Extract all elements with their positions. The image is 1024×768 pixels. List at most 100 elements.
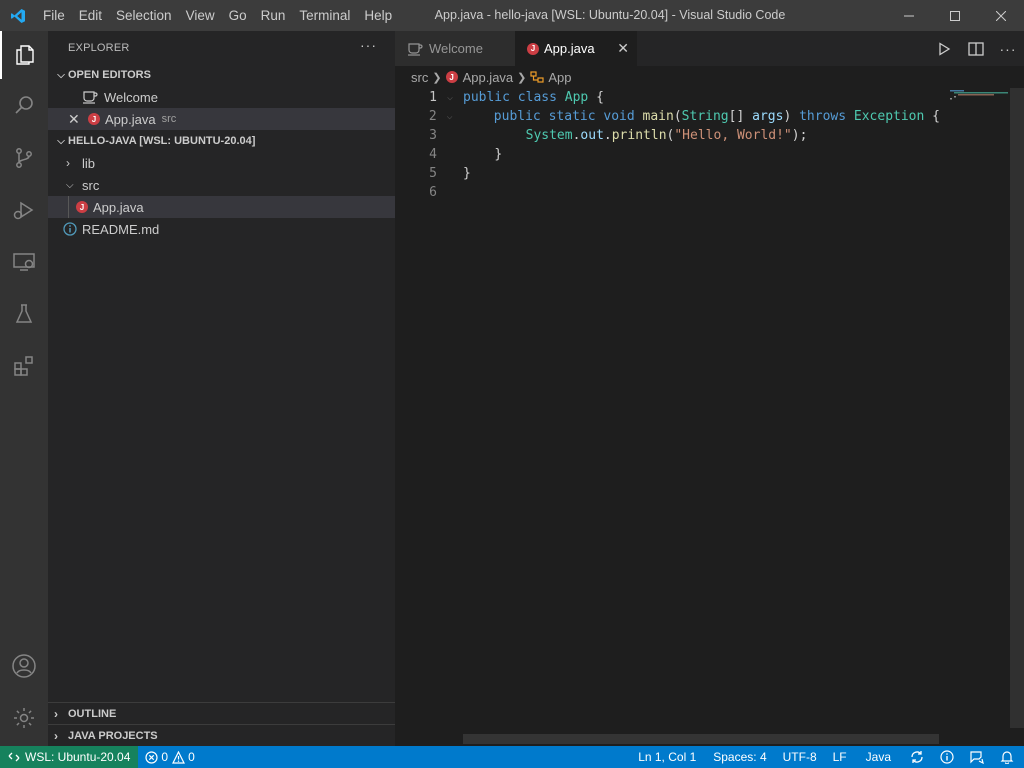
line-number: 5 (429, 166, 437, 181)
java-file-icon: J (76, 201, 88, 213)
line-number: 2 (428, 109, 437, 124)
more-actions-icon[interactable]: ··· (360, 37, 377, 53)
problems-indicator[interactable]: 0 0 (138, 746, 201, 768)
accounts-icon[interactable] (0, 642, 48, 690)
punctuation: { (924, 109, 940, 124)
open-editors-section[interactable]: ⌵ OPEN EDITORS (48, 64, 395, 86)
notifications-bell-icon[interactable] (992, 746, 1024, 768)
java-projects-section[interactable]: › JAVA PROJECTS (48, 724, 395, 746)
maximize-button[interactable] (932, 0, 978, 31)
extensions-icon[interactable] (0, 342, 48, 390)
info-icon[interactable] (932, 746, 962, 768)
type-name: System (525, 128, 573, 143)
code-line: 1 ⌵ public class App { (395, 88, 940, 107)
close-editor-icon[interactable]: ✕ (68, 111, 82, 128)
open-editor-label: Welcome (104, 89, 158, 105)
keyword: throws (799, 109, 847, 124)
remote-icon (8, 752, 20, 762)
breadcrumb-class[interactable]: App (548, 70, 571, 85)
outline-title: OUTLINE (68, 707, 117, 720)
explorer-sidebar: EXPLORER ··· ⌵ OPEN EDITORS Welcome ✕ J … (48, 31, 395, 746)
welcome-cup-icon (408, 42, 423, 56)
outline-section[interactable]: › OUTLINE (48, 702, 395, 724)
punctuation: } (463, 166, 471, 181)
punctuation: . (572, 128, 581, 143)
explorer-title: EXPLORER (68, 41, 130, 54)
fold-chevron-icon[interactable]: ⌵ (437, 92, 463, 103)
sync-icon[interactable] (902, 746, 932, 768)
indentation[interactable]: Spaces: 4 (705, 746, 774, 768)
code-line: 5 } (395, 164, 940, 183)
close-window-button[interactable] (978, 0, 1024, 31)
breadcrumb-folder[interactable]: src (411, 70, 428, 85)
punctuation: ) (783, 109, 800, 124)
type-name: Exception (853, 109, 925, 124)
tab-app-java[interactable]: J App.java ✕ (515, 31, 637, 66)
run-icon[interactable] (928, 41, 960, 56)
settings-gear-icon[interactable] (0, 694, 48, 742)
vertical-scrollbar[interactable] (1010, 88, 1024, 728)
run-debug-icon[interactable] (0, 186, 48, 234)
tree-file-app-java[interactable]: J App.java (48, 196, 395, 218)
testing-flask-icon[interactable] (0, 290, 48, 338)
horizontal-scrollbar[interactable] (463, 734, 939, 744)
language-mode[interactable]: Java (855, 746, 902, 768)
explorer-icon[interactable] (0, 31, 48, 79)
line-number: 1 (429, 90, 437, 105)
end-of-line[interactable]: LF (825, 746, 855, 768)
menu-file[interactable]: File (36, 0, 72, 31)
fold-chevron-icon[interactable]: ⌵ (437, 111, 463, 122)
code-line: 4 } (395, 145, 940, 164)
workspace-section[interactable]: ⌵ HELLO-JAVA [WSL: UBUNTU-20.04] (48, 130, 395, 152)
minimap[interactable] (940, 88, 1012, 748)
error-count: 0 (161, 750, 169, 764)
encoding[interactable]: UTF-8 (775, 746, 825, 768)
warning-icon (172, 750, 186, 764)
breadcrumb: src ❯ J App.java ❯ App (395, 66, 1024, 88)
line-number: 3 (429, 128, 437, 143)
search-icon[interactable] (0, 81, 48, 129)
menu-edit[interactable]: Edit (72, 0, 109, 31)
tab-label: Welcome (429, 41, 483, 56)
indent-guide (68, 196, 69, 218)
tree-folder-src[interactable]: ⌵ src (48, 174, 395, 196)
source-control-icon[interactable] (0, 134, 48, 182)
punctuation: ); (791, 128, 808, 143)
type-name: App (564, 90, 589, 105)
code-editor[interactable]: 1 ⌵ public class App { 2 ⌵ public static… (395, 88, 940, 202)
error-icon (145, 750, 159, 764)
punctuation: . (603, 128, 612, 143)
editor-tabs: Welcome J App.java ✕ ··· (395, 31, 1024, 66)
status-bar: WSL: Ubuntu-20.04 0 0 Ln 1, Col 1 Spaces… (0, 746, 1024, 768)
window-controls (886, 0, 1024, 31)
type-name: String (681, 109, 729, 124)
remote-label: WSL: Ubuntu-20.04 (25, 750, 131, 764)
code-line: 6 (395, 183, 940, 202)
menu-go[interactable]: Go (222, 0, 254, 31)
cursor-position[interactable]: Ln 1, Col 1 (629, 746, 705, 768)
function-name: println (611, 128, 667, 143)
menu-run[interactable]: Run (254, 0, 293, 31)
open-editor-welcome[interactable]: Welcome (48, 86, 395, 108)
more-actions-icon[interactable]: ··· (992, 41, 1024, 57)
feedback-icon[interactable] (962, 746, 992, 768)
menu-selection[interactable]: Selection (109, 0, 179, 31)
minimize-button[interactable] (886, 0, 932, 31)
remote-indicator[interactable]: WSL: Ubuntu-20.04 (0, 746, 139, 768)
workspace-title: HELLO-JAVA [WSL: UBUNTU-20.04] (68, 135, 256, 147)
open-editor-app-java[interactable]: ✕ J App.java src (48, 108, 395, 130)
vscode-logo-icon (0, 0, 36, 31)
chevron-right-icon: › (54, 728, 58, 743)
split-editor-icon[interactable] (960, 41, 992, 56)
tab-label: App.java (544, 41, 595, 56)
breadcrumb-file[interactable]: App.java (463, 70, 514, 85)
close-tab-icon[interactable]: ✕ (617, 40, 629, 57)
chevron-right-icon: › (54, 706, 58, 721)
menu-view[interactable]: View (179, 0, 222, 31)
tab-welcome[interactable]: Welcome (395, 31, 515, 66)
variable: out (580, 128, 604, 143)
menu-terminal[interactable]: Terminal (292, 0, 357, 31)
remote-explorer-icon[interactable] (0, 238, 48, 286)
tree-file-readme[interactable]: README.md (48, 218, 395, 240)
tree-folder-lib[interactable]: › lib (48, 152, 395, 174)
